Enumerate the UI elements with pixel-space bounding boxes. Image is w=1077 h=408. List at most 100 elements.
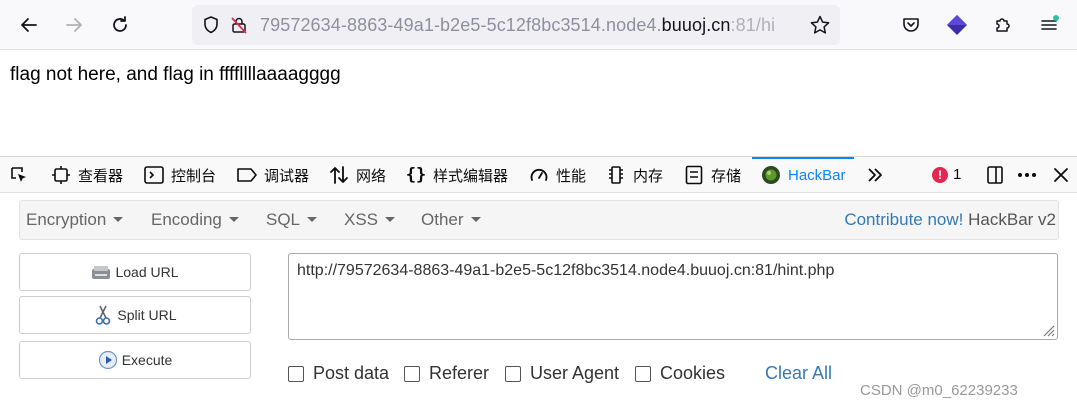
shield-icon[interactable] [200,14,222,36]
error-count-badge[interactable]: ! 1 [932,166,961,183]
menu-other[interactable]: Other [421,210,481,230]
load-url-button[interactable]: Load URL [19,253,251,291]
picker-icon [8,164,30,186]
hackbar-menu: Encryption Encoding SQL XSS Other Contri… [19,200,1059,240]
tab-performance[interactable]: 性能 [528,157,586,193]
tab-label: HackBar [788,166,846,184]
debugger-icon [236,164,258,186]
style-editor-icon: {} [405,165,427,185]
menu-encoding[interactable]: Encoding [151,210,239,230]
tab-label: 性能 [556,167,587,185]
pocket-icon[interactable] [898,12,924,38]
devtools-panel: 查看器 控制台 调试器 网络 {} 样式编辑器 性能 内存 存储 HackBar… [0,156,1077,408]
dock-side-icon [984,164,1006,186]
option-user-agent[interactable]: User Agent [505,363,619,384]
menu-label: Encoding [151,210,222,229]
extension-gem-icon[interactable] [944,12,970,38]
tab-label: 网络 [356,167,387,185]
tab-inspector[interactable]: 查看器 [50,157,123,193]
hackbar-version: HackBar v2 [968,210,1056,229]
tab-style-editor[interactable]: {} 样式编辑器 [405,157,508,193]
button-label: Load URL [115,264,179,280]
ellipsis-icon [1016,164,1038,186]
button-label: Split URL [117,307,177,323]
caret-down-icon [113,217,124,222]
button-label: Execute [121,352,173,368]
console-icon [143,164,165,186]
browser-toolbar: 79572634-8863-49a1-b2e5-5c12f8bc3514.nod… [0,0,1077,50]
inspector-icon [50,164,72,186]
menu-encryption[interactable]: Encryption [26,210,124,230]
devtools-options-button[interactable] [1016,157,1044,193]
contribute-link[interactable]: Contribute now! [844,210,963,229]
hackbar-icon [760,164,782,186]
referer-checkbox[interactable] [404,365,420,382]
option-post-data[interactable]: Post data [288,363,389,384]
bookmark-star-icon[interactable] [808,13,832,37]
menu-label: XSS [344,210,379,229]
caret-down-icon [470,217,481,222]
url-prefix: 79572634-8863-49a1-b2e5-5c12f8bc3514.nod… [260,14,662,35]
contribute-area: Contribute now! HackBar v2 [844,210,1056,230]
tab-label: 控制台 [171,167,217,185]
tab-label: 样式编辑器 [433,167,509,185]
caret-down-icon [228,217,239,222]
url-suffix: :81/hi [730,14,776,35]
url-text[interactable]: 79572634-8863-49a1-b2e5-5c12f8bc3514.nod… [260,15,790,36]
cookies-checkbox[interactable] [635,365,651,382]
tab-label: 内存 [633,167,664,185]
caret-down-icon [307,217,318,222]
option-label: User Agent [530,363,620,383]
arrow-right-icon [66,18,82,32]
performance-icon [528,164,550,186]
close-icon [1050,164,1072,186]
tab-memory[interactable]: 内存 [605,157,663,193]
more-tabs-button[interactable] [864,157,892,193]
clear-all-link[interactable]: Clear All [765,363,832,384]
resize-grip-icon[interactable] [1039,321,1055,337]
menu-label: Encryption [26,210,107,229]
storage-icon [683,164,705,186]
dock-toggle-button[interactable] [984,157,1012,193]
menu-label: SQL [266,210,301,229]
arrow-left-icon [21,18,37,32]
url-bar[interactable]: 79572634-8863-49a1-b2e5-5c12f8bc3514.nod… [192,5,840,45]
execute-button[interactable]: Execute [19,341,251,379]
page-message: flag not here, and flag in ffffllllaaaag… [10,64,341,85]
devtools-tab-bar: 查看器 控制台 调试器 网络 {} 样式编辑器 性能 内存 存储 HackBar… [0,157,1077,193]
hackbar-url-input[interactable]: http://79572634-8863-49a1-b2e5-5c12f8bc3… [288,253,1058,340]
forward-button[interactable] [57,8,91,42]
tab-debugger[interactable]: 调试器 [236,157,309,193]
option-cookies[interactable]: Cookies [635,363,725,384]
tab-label: 存储 [711,167,742,185]
memory-icon [605,164,627,186]
user-agent-checkbox[interactable] [505,365,521,382]
reload-icon [113,16,127,32]
menu-xss[interactable]: XSS [344,210,396,230]
url-host: buuoj.cn [661,14,731,35]
post-data-checkbox[interactable] [288,365,304,382]
tab-storage[interactable]: 存储 [683,157,741,193]
tab-console[interactable]: 控制台 [143,157,216,193]
option-label: Referer [429,363,490,383]
scissors-icon [93,305,113,325]
tab-hackbar[interactable]: HackBar [752,157,854,193]
csdn-watermark: CSDN @m0_62239233 [860,382,1018,399]
tab-network[interactable]: 网络 [328,157,386,193]
split-url-button[interactable]: Split URL [19,296,251,334]
error-icon: ! [932,166,948,183]
back-button[interactable] [12,8,46,42]
insecure-lock-icon[interactable] [228,14,250,36]
option-label: Cookies [660,363,726,383]
load-url-icon [91,262,111,282]
extensions-puzzle-icon[interactable] [990,12,1016,38]
reload-button[interactable] [103,8,137,42]
double-chevron-right-icon [864,164,886,186]
tab-label: 调试器 [264,167,310,185]
devtools-close-button[interactable] [1050,157,1077,193]
menu-icon[interactable] [1036,12,1062,38]
element-picker-button[interactable] [8,157,36,193]
url-input-value: http://79572634-8863-49a1-b2e5-5c12f8bc3… [297,262,835,279]
menu-sql[interactable]: SQL [266,210,318,230]
option-referer[interactable]: Referer [404,363,489,384]
